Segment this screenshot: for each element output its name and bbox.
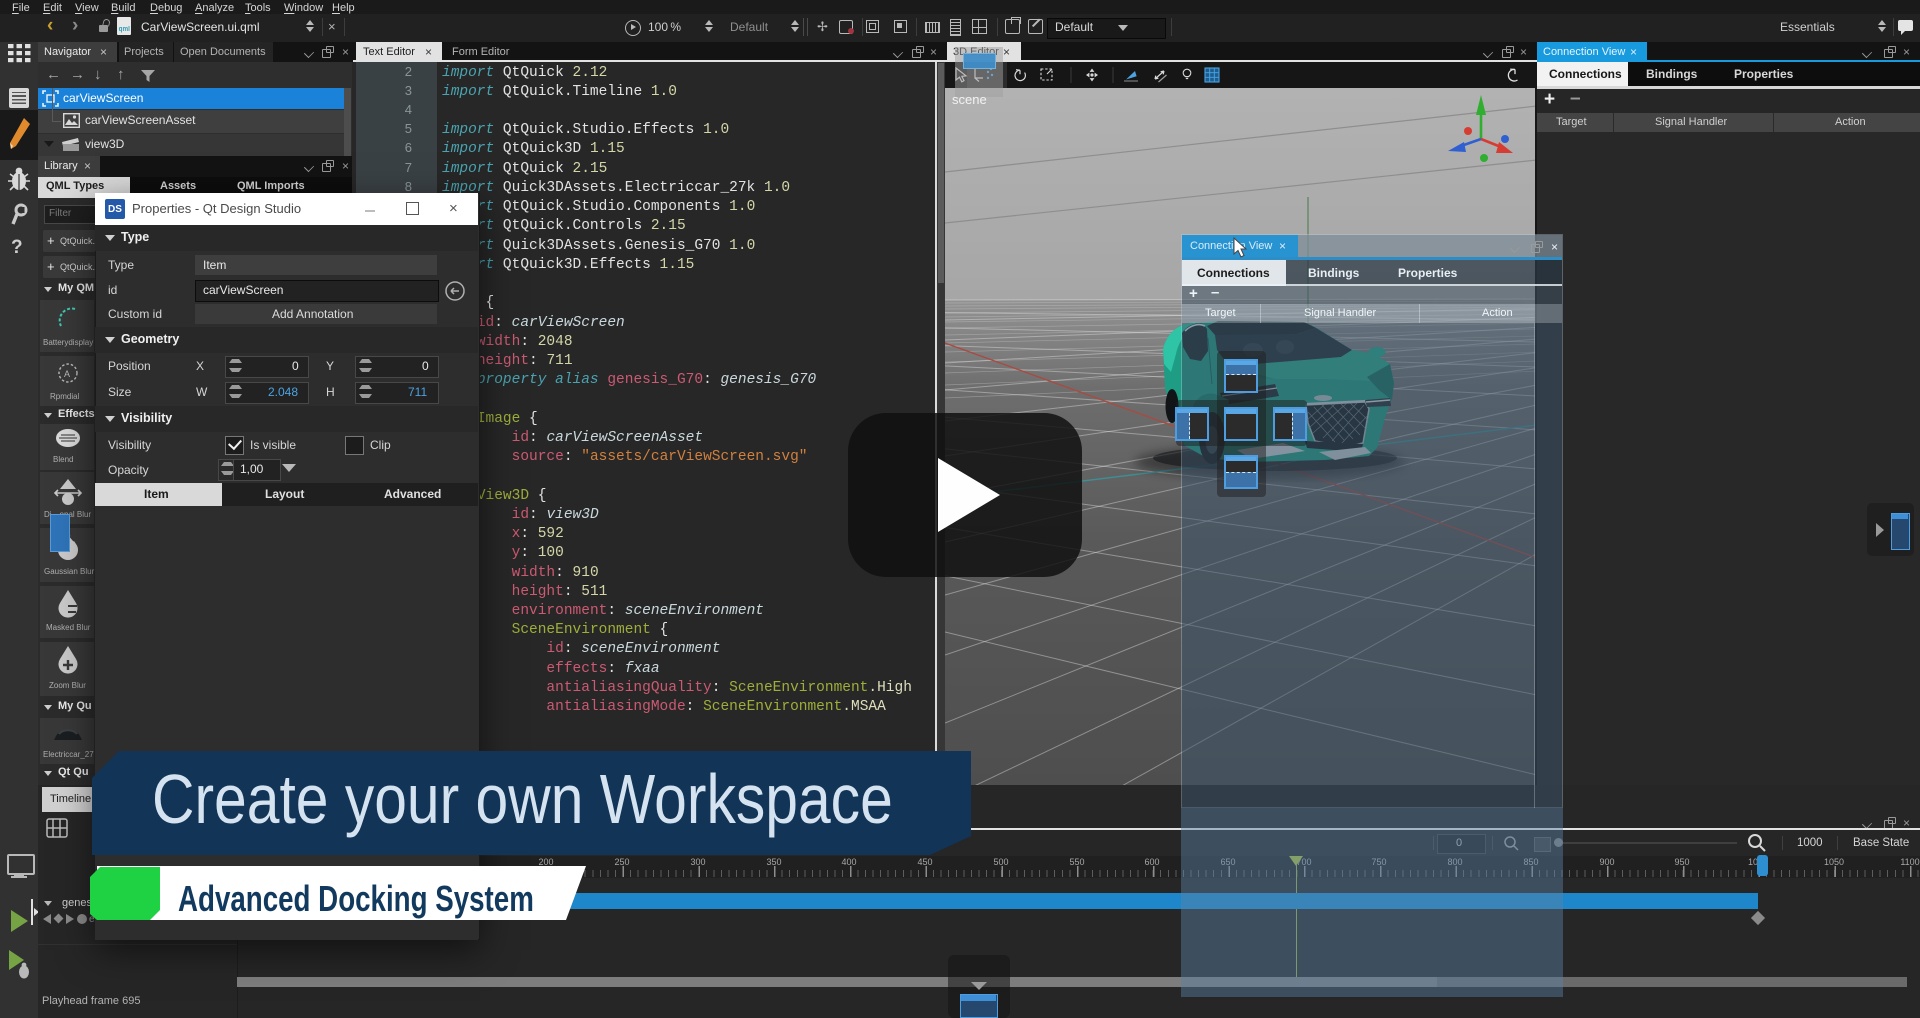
svg-text:A: A — [64, 369, 70, 379]
